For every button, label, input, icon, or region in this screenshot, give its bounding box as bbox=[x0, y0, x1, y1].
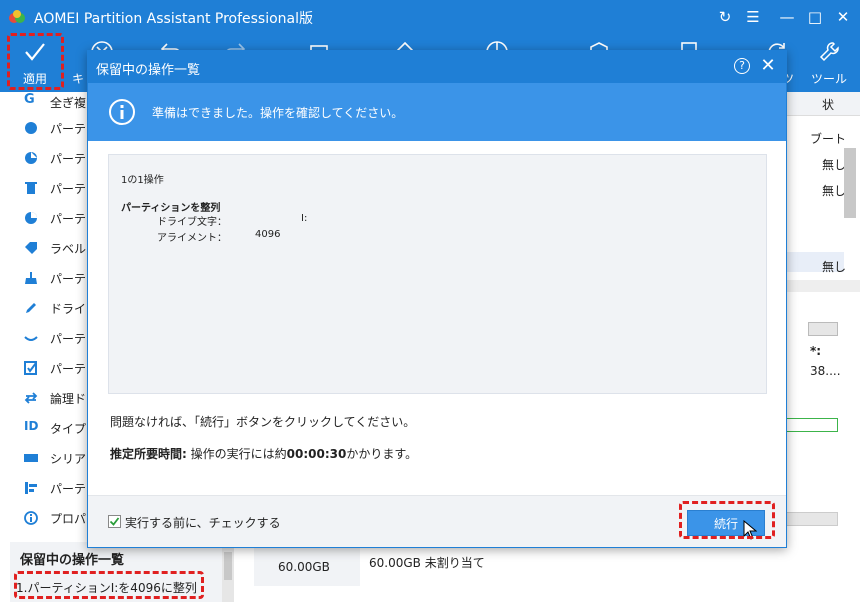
disk-size-bottom: 60.00GB bbox=[278, 560, 330, 574]
operations-count: 1の1操作 bbox=[121, 175, 164, 186]
pending-operations-dialog: 保留中の操作一覧 ? ✕ 準備はできました。操作を確認してください。 1の1操作… bbox=[87, 50, 787, 548]
sidebar-item-label: パーテ bbox=[50, 332, 87, 346]
operations-sidebar: G 全ぎ複 パーテ パーテ パーテ パーテ ラベル パーテ ドライ パーテ パー… bbox=[10, 92, 88, 538]
apply-label: 適用 bbox=[22, 72, 47, 86]
info-icon bbox=[24, 511, 38, 525]
pending-operations-panel: 保留中の操作一覧 1.パーティションI:を4096に整列 bbox=[10, 542, 234, 602]
status-cell: 無し bbox=[822, 158, 847, 172]
status-cell: 無し bbox=[822, 260, 847, 274]
sidebar-item-label: パーテ bbox=[50, 272, 87, 286]
minimize-icon[interactable]: — bbox=[776, 7, 798, 27]
delete-icon bbox=[25, 182, 37, 194]
sidebar-item-label: タイプ bbox=[50, 422, 87, 436]
align-icon bbox=[25, 482, 37, 494]
sidebar-item-label: パーテ bbox=[50, 212, 87, 226]
check-before-execute-checkbox[interactable] bbox=[108, 515, 121, 528]
confirm-message: 問題なければ、「続行」ボタンをクリックしてください。 bbox=[110, 415, 416, 429]
aomei-logo-icon bbox=[9, 10, 25, 23]
sidebar-item-label: ドライ bbox=[50, 302, 87, 316]
status-cell: 無し bbox=[822, 184, 847, 198]
detail-value: I: bbox=[301, 213, 308, 224]
help-icon[interactable]: ? bbox=[734, 58, 750, 74]
unallocated-text: 60.00GB 未割り当て bbox=[369, 556, 485, 570]
app-titlebar: AOMEI Partition Assistant Professional版 … bbox=[0, 0, 860, 34]
pending-scrollbar[interactable] bbox=[222, 548, 234, 602]
disk-map-background: 60.00GB 60.00GB 未割り当て bbox=[254, 540, 786, 602]
sidebar-item-label: パーテ bbox=[50, 362, 87, 376]
hide-icon bbox=[24, 336, 38, 341]
estimated-time-value: 00:00:30 bbox=[286, 447, 347, 461]
pending-title: 保留中の操作一覧 bbox=[20, 553, 125, 568]
pending-operation-item[interactable]: 1.パーティションI:を4096に整列 bbox=[16, 579, 197, 596]
banner-message: 準備はできました。操作を確認してください。 bbox=[152, 106, 404, 120]
detail-value: 4096 bbox=[255, 229, 281, 240]
info-icon bbox=[109, 99, 135, 125]
table-scrollbar[interactable] bbox=[844, 148, 856, 218]
estimated-time: 推定所要時間: 操作の実行には約00:00:30かかります。 bbox=[110, 445, 417, 462]
checkbox-label: 実行する前に、チェックする bbox=[125, 516, 281, 530]
estimated-time-text: 操作の実行には約 bbox=[190, 447, 287, 461]
check-icon bbox=[24, 361, 37, 375]
disk-label: *: bbox=[810, 344, 822, 358]
sidebar-item-label: パーテ bbox=[50, 482, 87, 496]
estimated-time-suffix: かかります。 bbox=[346, 447, 418, 461]
dialog-titlebar: 保留中の操作一覧 ? ✕ bbox=[88, 51, 786, 83]
status-cell: ブート bbox=[810, 132, 847, 146]
sidebar-item-label: ラベル bbox=[50, 242, 87, 256]
sidebar-item-label: パーテ bbox=[50, 122, 87, 136]
detail-label: ドライブ文字： bbox=[157, 217, 227, 228]
tools-button[interactable]: ツール bbox=[806, 34, 852, 92]
mouse-cursor-icon bbox=[743, 520, 757, 540]
wipe-icon bbox=[25, 272, 37, 284]
menu-icon[interactable]: ☰ bbox=[742, 7, 764, 27]
sidebar-item-label: 全ぎ複 bbox=[50, 96, 87, 110]
tools-label: ツール bbox=[810, 72, 847, 86]
refresh-icon[interactable]: ↻ bbox=[714, 7, 736, 27]
sidebar-item-label: 論理ド bbox=[50, 392, 87, 406]
app-title: AOMEI Partition Assistant Professional版 bbox=[34, 11, 314, 27]
sidebar-item-label: シリア bbox=[50, 452, 87, 466]
sidebar-item-label: プロパ bbox=[50, 512, 87, 526]
sidebar-item-label: パーテ bbox=[50, 152, 87, 166]
partition-table-background: 状 ブート 無し 無し 無し *: 38.... bbox=[786, 92, 860, 602]
dialog-banner: 準備はできました。操作を確認してください。 bbox=[88, 83, 786, 141]
checkmark-icon bbox=[109, 517, 120, 526]
estimated-time-label: 推定所要時間: bbox=[110, 447, 187, 461]
apply-button[interactable]: 適用 bbox=[8, 34, 62, 92]
move-icon bbox=[25, 152, 37, 164]
disk-size: 38.... bbox=[810, 364, 841, 378]
status-column-header: 状 bbox=[822, 98, 835, 112]
format-icon bbox=[25, 212, 37, 224]
clone-icon: G bbox=[24, 92, 35, 107]
detail-label: アライメント： bbox=[157, 233, 227, 244]
id-icon: ID bbox=[24, 419, 39, 433]
label-icon bbox=[25, 242, 37, 254]
serial-icon bbox=[24, 454, 38, 462]
checkmark-icon bbox=[25, 43, 45, 61]
close-icon[interactable]: ✕ bbox=[758, 55, 778, 77]
operation-name: パーティションを整列 bbox=[121, 203, 221, 214]
sidebar-item-label: パーテ bbox=[50, 182, 87, 196]
operations-detail-box: 1の1操作 パーティションを整列 ドライブ文字： I: アライメント： 4096 bbox=[108, 154, 767, 394]
dialog-title: 保留中の操作一覧 bbox=[96, 63, 201, 78]
drive-letter-icon bbox=[26, 303, 36, 313]
dialog-footer: 実行する前に、チェックする 続行 bbox=[88, 495, 786, 547]
resize-icon bbox=[25, 122, 37, 134]
convert-icon bbox=[24, 392, 38, 404]
close-app-icon[interactable]: ✕ bbox=[832, 7, 854, 27]
maximize-icon[interactable]: □ bbox=[804, 7, 826, 27]
wrench-icon bbox=[819, 42, 839, 62]
